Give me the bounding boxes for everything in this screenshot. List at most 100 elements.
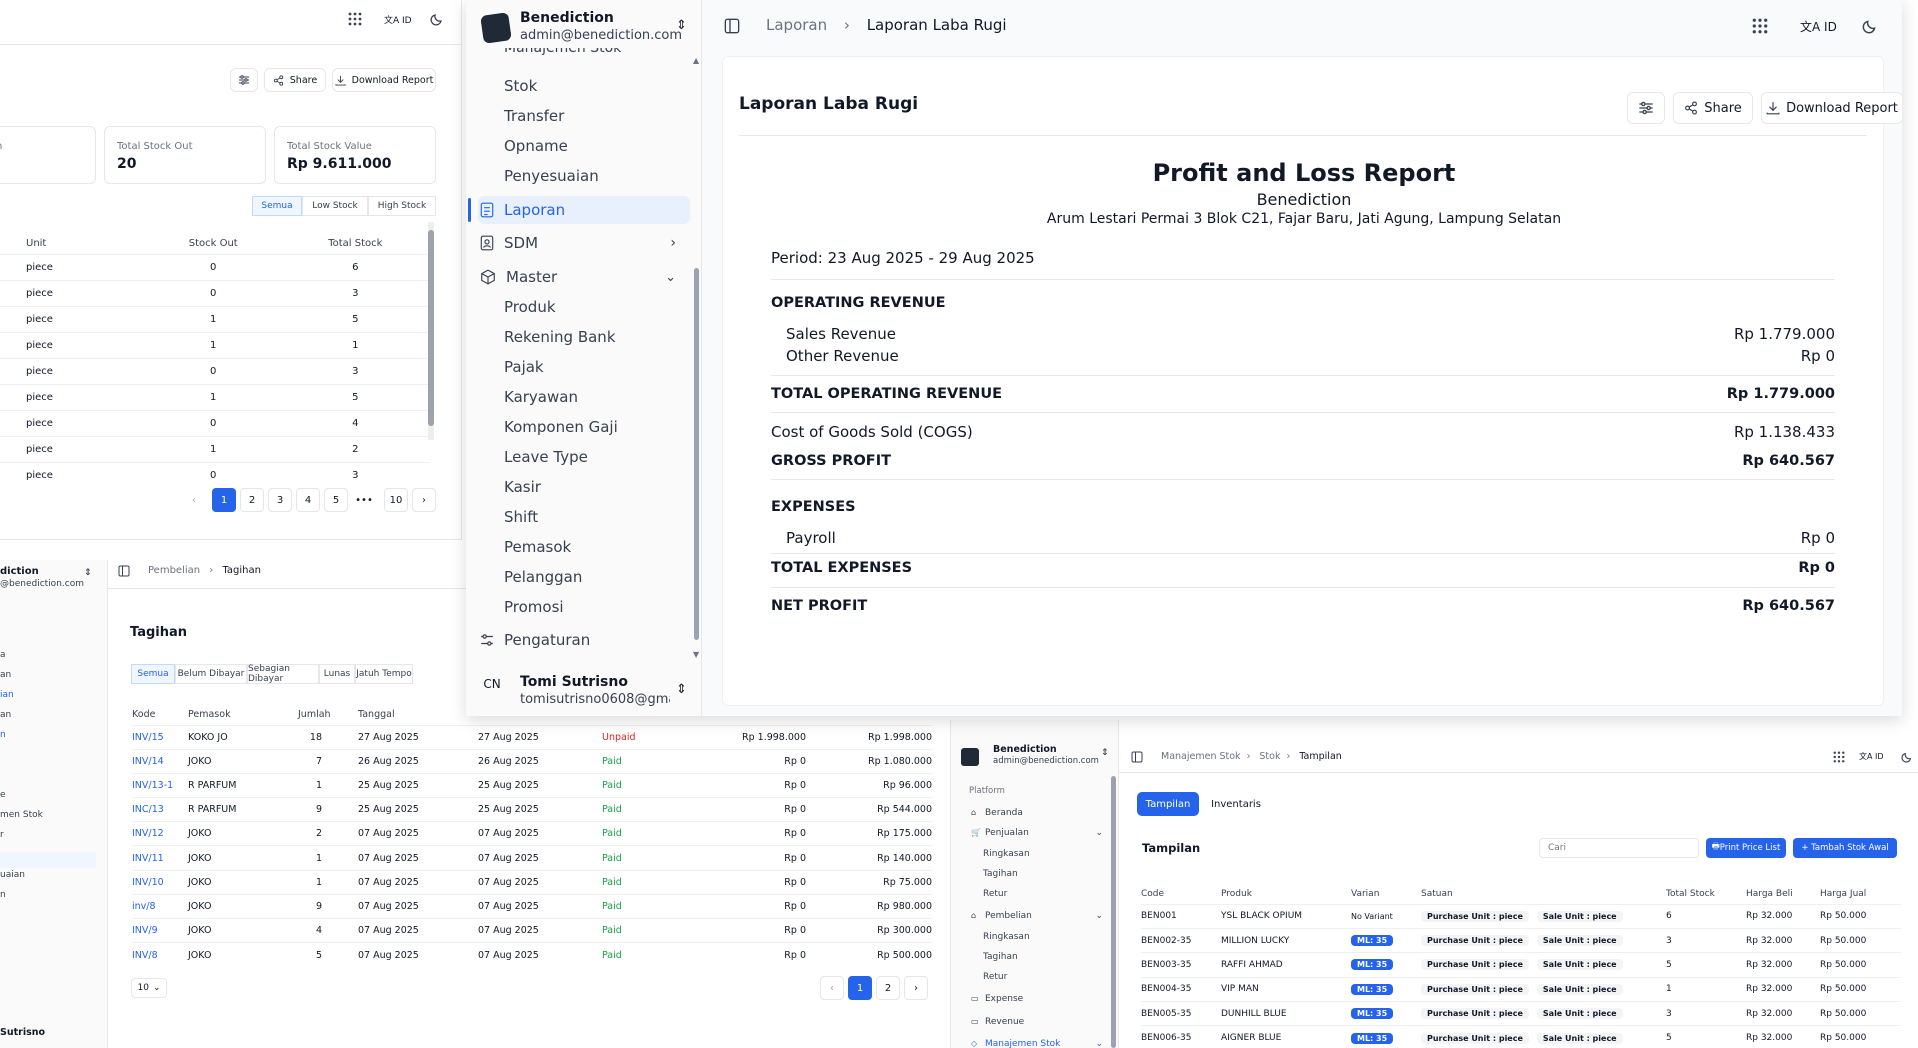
nav-item[interactable]: Stok: [504, 74, 537, 98]
sidebar-item[interactable]: n: [0, 890, 6, 900]
table-row[interactable]: INV/13-1 R PARFUM 1 25 Aug 2025 25 Aug 2025 P…: [132, 772, 932, 798]
nav-item-sdm[interactable]: SDM ›: [478, 229, 678, 257]
sidebar-item[interactable]: uaian: [0, 870, 25, 880]
breadcrumb-item[interactable]: Laporan: [766, 16, 827, 34]
share-button[interactable]: Share: [1673, 92, 1753, 124]
status-tab[interactable]: Belum Dibayar: [175, 664, 247, 684]
page-button[interactable]: 1: [848, 976, 872, 1000]
nav-item[interactable]: Pemasok: [504, 535, 571, 559]
sidebar-toggle-icon[interactable]: [118, 565, 130, 577]
scroll-up-icon[interactable]: ▲: [693, 56, 699, 65]
org-switcher-chevron-icon[interactable]: ⇕: [676, 18, 687, 33]
scrollbar[interactable]: [694, 268, 699, 640]
breadcrumb-item[interactable]: Pembelian: [148, 565, 200, 576]
sidebar-item[interactable]: Retur: [983, 972, 1093, 982]
language-toggle[interactable]: 文A ID: [384, 13, 412, 26]
sidebar-item[interactable]: Retur: [983, 889, 1093, 899]
sidebar-item[interactable]: Tagihan: [983, 952, 1093, 962]
nav-item[interactable]: Shift: [504, 505, 538, 529]
chevron-updown-icon[interactable]: ⇕: [1101, 748, 1109, 758]
bill-code-link[interactable]: INV/15: [132, 724, 188, 750]
theme-toggle-icon[interactable]: [430, 12, 444, 26]
nav-item[interactable]: Kasir: [504, 475, 541, 499]
per-page-select[interactable]: 10 ⌄: [131, 978, 167, 998]
bill-code-link[interactable]: INV/11: [132, 845, 188, 871]
print-price-list-button[interactable]: 🖶 Print Price List: [1706, 838, 1786, 858]
sidebar-toggle-icon[interactable]: [1131, 751, 1143, 763]
bill-code-link[interactable]: INV/13-1: [132, 772, 188, 798]
nav-item-laporan[interactable]: Laporan: [468, 196, 690, 224]
table-row[interactable]: INV/12 JOKO 2 07 Aug 2025 07 Aug 2025 Paid Rp …: [132, 821, 932, 846]
sidebar-item[interactable]: Ringkasan: [983, 932, 1093, 942]
add-initial-stock-button[interactable]: + Tambah Stok Awal: [1793, 838, 1897, 858]
page-button[interactable]: 2: [240, 488, 264, 512]
download-report-button[interactable]: Download Report: [332, 68, 436, 92]
prev-page-button[interactable]: ‹: [820, 976, 844, 1000]
sidebar-item[interactable]: n: [0, 730, 6, 740]
table-row[interactable]: INV/9 JOKO 4 07 Aug 2025 07 Aug 2025 Paid Rp 0…: [132, 917, 932, 943]
nav-item[interactable]: Produk: [504, 295, 556, 319]
user-menu-chevron-icon[interactable]: ⇕: [676, 682, 687, 697]
nav-item[interactable]: Opname: [504, 134, 568, 158]
filter-settings-button[interactable]: [1627, 92, 1665, 124]
language-toggle[interactable]: 文A ID: [1859, 751, 1884, 762]
nav-item[interactable]: Komponen Gaji: [504, 415, 618, 439]
sidebar-item[interactable]: an: [0, 670, 11, 680]
language-toggle[interactable]: 文A ID: [1800, 18, 1837, 35]
nav-clipped-item[interactable]: Manajemen Stok: [466, 48, 702, 60]
bill-code-link[interactable]: INV/12: [132, 821, 188, 846]
theme-toggle-icon[interactable]: [1901, 751, 1913, 763]
search-input[interactable]: [1539, 838, 1699, 858]
sidebar-item[interactable]: 🛒 Penjualan ⌄: [971, 828, 1103, 838]
nav-item[interactable]: Penyesuaian: [504, 164, 599, 188]
tab-tampilan[interactable]: Tampilan: [1137, 792, 1199, 816]
apps-grid-icon[interactable]: [1833, 751, 1845, 763]
nav-item[interactable]: Transfer: [504, 104, 564, 128]
scrollbar[interactable]: [1111, 776, 1116, 1048]
table-row[interactable]: BEN001 YSL BLACK OPIUM No Variant Purchase …: [1141, 903, 1901, 929]
next-page-button[interactable]: ›: [412, 488, 436, 512]
scroll-down-icon[interactable]: ▼: [693, 650, 699, 659]
nav-item[interactable]: Promosi: [504, 595, 564, 619]
prev-page-button[interactable]: ‹: [182, 488, 206, 512]
page-button[interactable]: 3: [268, 488, 292, 512]
tab-inventaris[interactable]: Inventaris: [1205, 792, 1267, 816]
nav-item-master[interactable]: Master ⌄: [478, 263, 678, 291]
filter-tab-high-stock[interactable]: High Stock: [368, 196, 436, 216]
apps-grid-icon[interactable]: [348, 12, 362, 26]
bill-code-link[interactable]: inv/8: [132, 893, 188, 919]
apps-grid-icon[interactable]: [1752, 18, 1768, 34]
sidebar-item[interactable]: an: [0, 710, 11, 720]
sidebar-item[interactable]: ▭ Revenue: [971, 1017, 1103, 1027]
sidebar-item[interactable]: ian: [0, 690, 14, 700]
bill-code-link[interactable]: INV/10: [132, 869, 188, 895]
table-row[interactable]: BEN003-35 RAFFI AHMAD ML: 35 Purchase Unit …: [1141, 952, 1901, 978]
filter-tab-low-stock[interactable]: Low Stock: [302, 196, 368, 216]
page-button[interactable]: 1: [212, 488, 236, 512]
sidebar-item[interactable]: e: [0, 790, 6, 800]
table-row[interactable]: INV/14 JOKO 7 26 Aug 2025 26 Aug 2025 Paid Rp …: [132, 748, 932, 774]
chevron-updown-icon[interactable]: ⇕: [84, 568, 92, 578]
sidebar-item[interactable]: ◇ Manajemen Stok ⌄: [971, 1039, 1103, 1048]
status-tab[interactable]: Semua: [131, 664, 175, 684]
nav-item[interactable]: Karyawan: [504, 385, 578, 409]
sidebar-item[interactable]: ⌂ Pembelian ⌄: [971, 911, 1103, 921]
nav-item[interactable]: Leave Type: [504, 445, 588, 469]
page-button[interactable]: 4: [296, 488, 320, 512]
download-report-button[interactable]: Download Report: [1761, 92, 1902, 124]
sidebar-toggle-icon[interactable]: [724, 18, 740, 34]
table-row[interactable]: INV/10 JOKO 1 07 Aug 2025 07 Aug 2025 Paid Rp …: [132, 869, 932, 895]
breadcrumb-item[interactable]: Manajemen Stok: [1161, 751, 1241, 762]
filter-tab-all[interactable]: Semua: [252, 196, 302, 216]
table-row[interactable]: BEN005-35 DUNHILL BLUE ML: 35 Purchase Unit…: [1141, 1001, 1901, 1026]
table-row[interactable]: INV/11 JOKO 1 07 Aug 2025 07 Aug 2025 Paid Rp …: [132, 845, 932, 871]
bill-code-link[interactable]: INC/13: [132, 797, 188, 822]
status-tab[interactable]: Lunas: [319, 664, 355, 684]
table-row[interactable]: INC/13 R PARFUM 9 25 Aug 2025 25 Aug 2025 Pai…: [132, 797, 932, 822]
nav-item-pengaturan[interactable]: Pengaturan: [478, 626, 678, 654]
bill-code-link[interactable]: INV/8: [132, 942, 188, 967]
sidebar-item[interactable]: ▭ Expense: [971, 994, 1103, 1004]
table-row[interactable]: BEN006-35 AIGNER BLUE ML: 35 Purchase Unit …: [1141, 1025, 1901, 1048]
page-button[interactable]: 2: [876, 976, 900, 1000]
sidebar-item[interactable]: a: [0, 650, 6, 660]
